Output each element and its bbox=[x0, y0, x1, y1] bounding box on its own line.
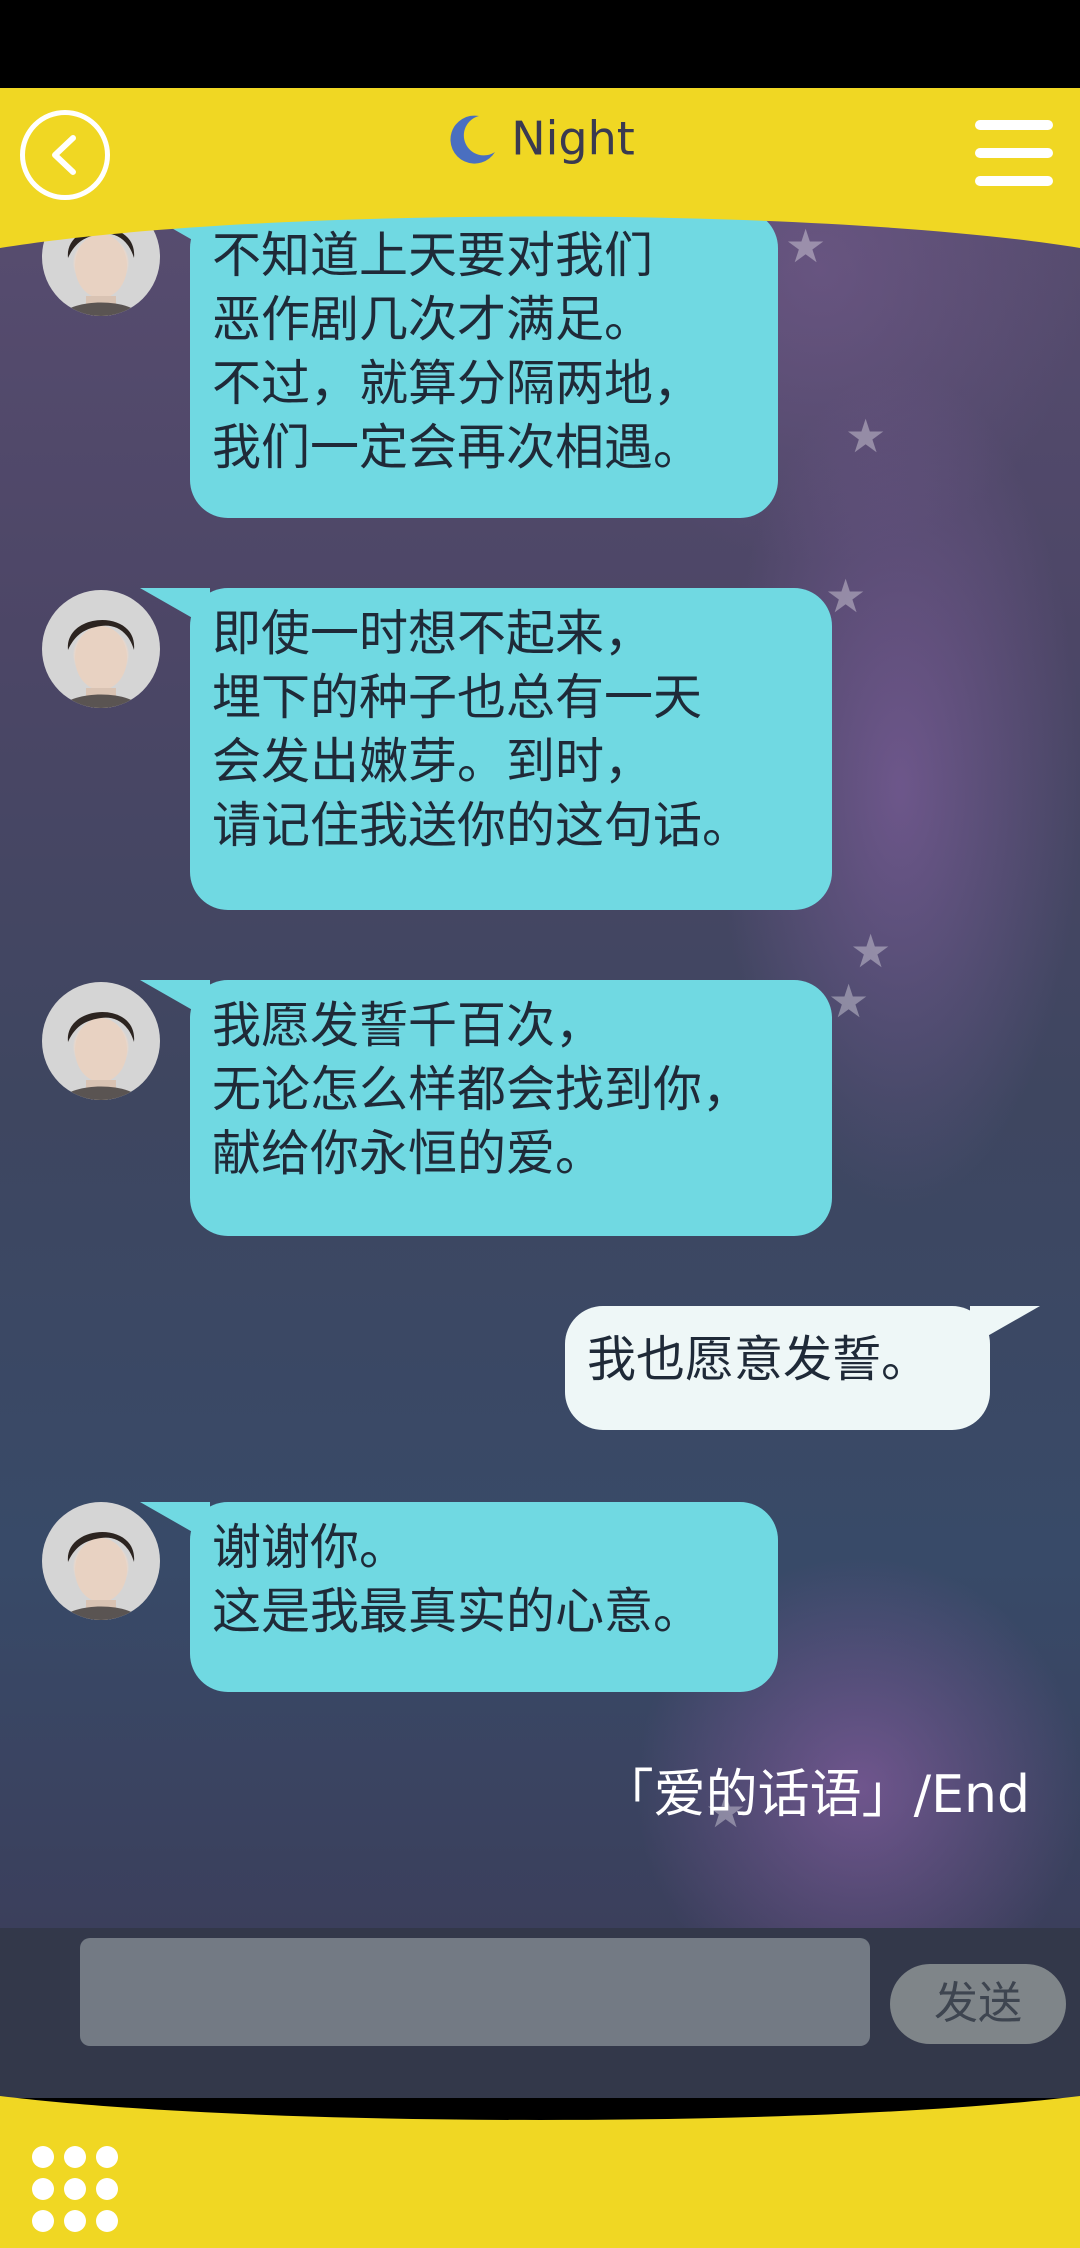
story-end-label: 「爱的话语」/End bbox=[601, 1765, 1030, 1825]
menu-icon-line bbox=[975, 120, 1053, 130]
message-input[interactable] bbox=[80, 1938, 870, 2046]
grid-dot bbox=[64, 2178, 86, 2200]
menu-button[interactable] bbox=[975, 120, 1053, 190]
star-decoration: ★ bbox=[845, 409, 887, 463]
grid-dot bbox=[32, 2178, 54, 2200]
grid-dot bbox=[96, 2210, 118, 2232]
page-title: Night bbox=[0, 108, 1080, 166]
menu-icon-line bbox=[975, 148, 1053, 158]
bottom-bar-shape bbox=[0, 2096, 1080, 2248]
composer-bar: 发送 bbox=[0, 1928, 1080, 2098]
star-decoration: ★ bbox=[828, 974, 870, 1028]
grid-dot bbox=[96, 2178, 118, 2200]
star-decoration: ★ bbox=[850, 924, 892, 978]
star-decoration: ★ bbox=[825, 569, 867, 623]
menu-icon-line bbox=[975, 176, 1053, 186]
top-bar: Night bbox=[0, 88, 1080, 248]
grid-dot bbox=[64, 2210, 86, 2232]
message-bubble[interactable]: 不知道上天要对我们 恶作剧几次才满足。 不过，就算分隔两地， 我们一定会再次相遇… bbox=[140, 210, 778, 518]
bottom-bar bbox=[0, 2080, 1080, 2248]
grid-dot bbox=[96, 2146, 118, 2168]
grid-menu-button[interactable] bbox=[32, 2146, 118, 2232]
moon-icon bbox=[450, 115, 496, 164]
grid-dot bbox=[32, 2210, 54, 2232]
grid-dot bbox=[32, 2146, 54, 2168]
chat-screen: ★ ★ ★ ★ ★ ★ 不知道上天要对我们 恶作剧几次才满足。 不过，就算分隔两… bbox=[0, 0, 1080, 2248]
status-bar bbox=[0, 0, 1080, 88]
grid-dot bbox=[64, 2146, 86, 2168]
message-bubble[interactable]: 我愿发誓千百次， 无论怎么样都会找到你， 献给你永恒的爱。 bbox=[140, 980, 832, 1236]
send-button[interactable]: 发送 bbox=[890, 1964, 1066, 2044]
user-message-bubble[interactable]: 我也愿意发誓。 bbox=[565, 1306, 1040, 1430]
message-bubble[interactable]: 即使一时想不起来， 埋下的种子也总有一天 会发出嫩芽。到时， 请记住我送你的这句… bbox=[140, 588, 832, 910]
title-text: Night bbox=[511, 111, 635, 166]
message-bubble[interactable]: 谢谢你。 这是我最真实的心意。 bbox=[140, 1502, 778, 1692]
